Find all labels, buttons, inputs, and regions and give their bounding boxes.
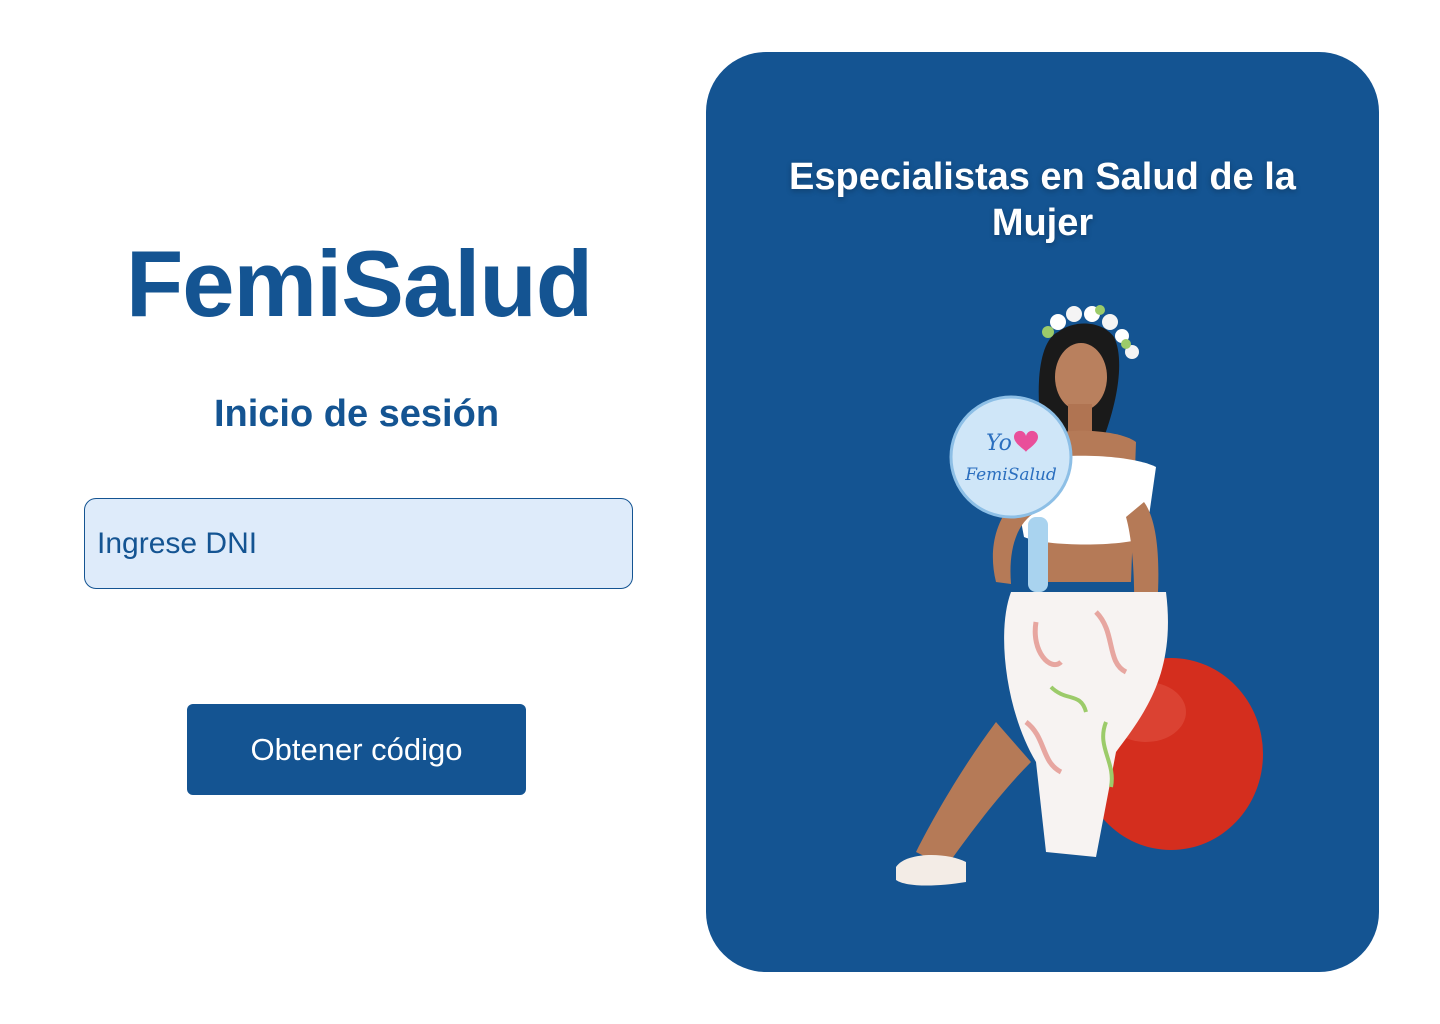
- sandal: [896, 855, 966, 886]
- sign-text-bottom: FemiSalud: [964, 465, 1057, 485]
- get-code-button[interactable]: Obtener código: [187, 704, 526, 795]
- woman-on-exercise-ball-illustration: Yo FemiSalud: [896, 305, 1263, 886]
- brand-logo-text: FemiSalud: [125, 231, 593, 336]
- sign-text-top: Yo: [986, 431, 1012, 456]
- login-page: FemiSalud Inicio de sesión Obtener códig…: [0, 0, 1440, 1024]
- promo-heading: Especialistas en Salud de la Mujer: [789, 156, 1296, 245]
- face: [1055, 343, 1107, 411]
- promo-card: Especialistas en Salud de la Mujer Yo Fe…: [706, 52, 1379, 972]
- page-title: Inicio de sesión: [213, 393, 500, 435]
- dni-input[interactable]: [84, 498, 633, 589]
